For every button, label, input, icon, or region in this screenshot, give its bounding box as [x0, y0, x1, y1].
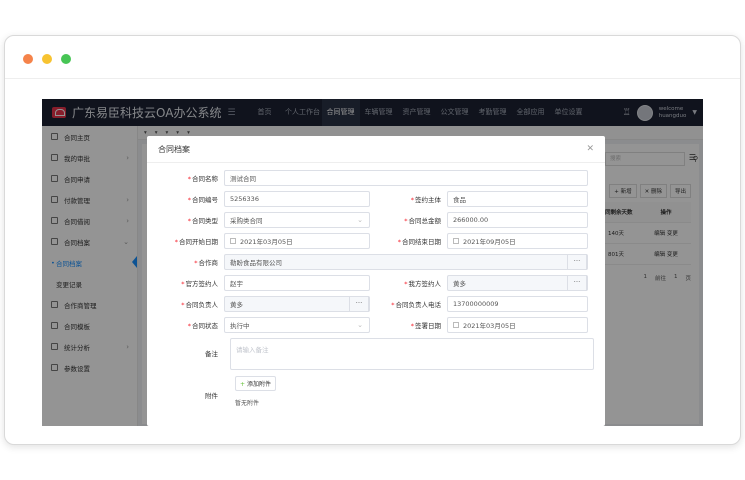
field-row-owner: *合同负责人 黄多 ··· [147, 296, 370, 312]
no-attachment-text: 暂无附件 [235, 400, 260, 407]
start-date-picker[interactable]: 2021年03月05日 [224, 233, 370, 249]
signing-party-field[interactable]: 食品 [447, 191, 588, 207]
chevron-down-icon: ⌄ [357, 216, 363, 224]
field-row-type: *合同类型 采购类合同 ⌄ [147, 212, 370, 228]
contract-number-field[interactable]: 5256336 [224, 191, 370, 207]
field-row-number: *合同编号 5256336 [147, 191, 370, 207]
add-attachment-button[interactable]: + 添加附件 [235, 376, 277, 391]
partner-field[interactable]: 勒盼食品有限公司 ··· [224, 254, 588, 270]
field-row-status: *合同状态 执行中 ⌄ [147, 317, 370, 333]
contract-name-field[interactable]: 测试合同 [224, 170, 588, 186]
owner-field[interactable]: 黄多 ··· [224, 296, 370, 312]
calendar-icon [230, 238, 236, 244]
field-row-amount: *合同总金额 266000.00 [370, 212, 588, 228]
contract-type-select[interactable]: 采购类合同 ⌄ [224, 212, 370, 228]
field-row-party: *签约主体 食品 [370, 191, 588, 207]
field-row-attachment: 附件 [147, 387, 224, 403]
chevron-down-icon: ⌄ [357, 321, 363, 329]
more-icon[interactable]: ··· [567, 254, 587, 270]
more-icon[interactable]: ··· [567, 275, 587, 291]
field-row-name: *合同名称 测试合同 [147, 170, 588, 186]
field-row-our-signer: *我方签约人 黄多 ··· [370, 275, 588, 291]
field-row-start: *合同开始日期 2021年03月05日 [147, 233, 370, 249]
status-select[interactable]: 执行中 ⌄ [224, 317, 370, 333]
end-date-picker[interactable]: 2021年09月05日 [447, 233, 588, 249]
field-row-sign-date: *签署日期 2021年03月05日 [370, 317, 588, 333]
our-signer-field[interactable]: 黄多 ··· [447, 275, 588, 291]
window-controls [23, 54, 71, 64]
field-row-partner: *合作商 勒盼食品有限公司 ··· [147, 254, 588, 270]
contract-archive-dialog: 合同档案 ✕ *合同名称 测试合同 *合同编号 5256336 *签约主体 食品… [147, 136, 605, 426]
dialog-header: 合同档案 ✕ [147, 136, 605, 163]
maximize-window-dot[interactable] [61, 54, 71, 64]
contract-amount-field[interactable]: 266000.00 [447, 212, 588, 228]
attachment-label: 附件 [205, 392, 218, 400]
oa-app: 广东易臣科技云OA办公系统 ☰ 首页 个人工作台 合同管理 车辆管理 资产管理 … [42, 99, 703, 426]
field-row-owner-phone: *合同负责人电话 13700000009 [370, 296, 588, 312]
calendar-icon [453, 238, 459, 244]
more-icon[interactable]: ··· [349, 296, 369, 312]
field-row-remark: 备注 [147, 345, 224, 361]
close-icon[interactable]: ✕ [586, 144, 594, 154]
close-window-dot[interactable] [23, 54, 33, 64]
remark-label: 备注 [205, 350, 218, 358]
field-row-their-signer: *官方签约人 赵宇 [147, 275, 370, 291]
plus-icon: + [240, 381, 246, 388]
owner-phone-field[interactable]: 13700000009 [447, 296, 588, 312]
calendar-icon [453, 322, 459, 328]
dialog-title: 合同档案 [158, 144, 190, 154]
sign-date-picker[interactable]: 2021年03月05日 [447, 317, 588, 333]
minimize-window-dot[interactable] [42, 54, 52, 64]
remark-textarea[interactable]: 请输入备注 [230, 338, 594, 370]
their-signer-field[interactable]: 赵宇 [224, 275, 370, 291]
field-row-end: *合同结束日期 2021年09月05日 [370, 233, 588, 249]
browser-window: 广东易臣科技云OA办公系统 ☰ 首页 个人工作台 合同管理 车辆管理 资产管理 … [4, 35, 741, 445]
